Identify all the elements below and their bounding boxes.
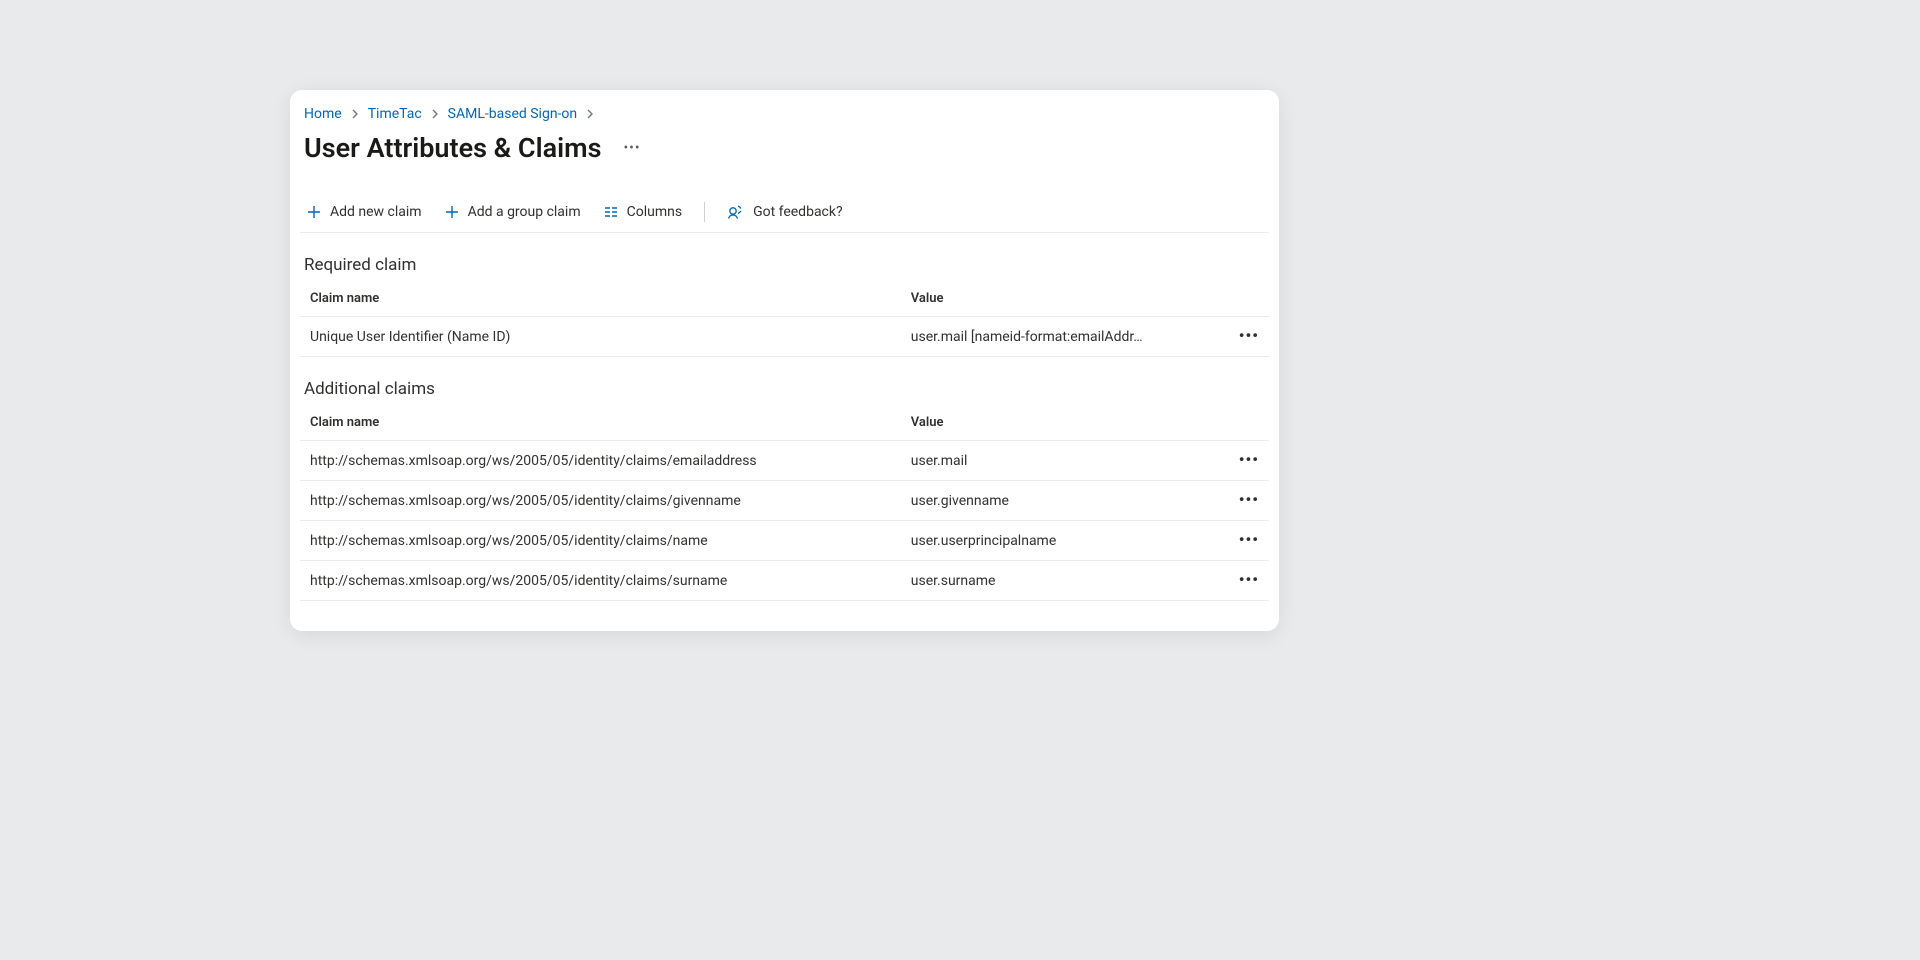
feedback-button[interactable]: Got feedback? [725,202,845,222]
add-new-claim-button[interactable]: Add new claim [304,202,424,222]
row-actions-button[interactable]: ••• [1221,521,1269,561]
row-actions-button[interactable]: ••• [1221,317,1269,357]
claim-name-cell: http://schemas.xmlsoap.org/ws/2005/05/id… [300,441,901,481]
breadcrumb-link-timetac[interactable]: TimeTac [368,106,422,122]
plus-icon [306,204,322,220]
claim-name-cell: http://schemas.xmlsoap.org/ws/2005/05/id… [300,521,901,561]
additional-claims-title: Additional claims [300,357,1269,405]
columns-button[interactable]: Columns [601,202,684,222]
add-group-claim-button[interactable]: Add a group claim [442,202,583,222]
claim-value-cell: user.mail [901,441,1221,481]
column-header-name[interactable]: Claim name [300,405,901,441]
table-row[interactable]: http://schemas.xmlsoap.org/ws/2005/05/id… [300,481,1269,521]
more-icon: ••• [1239,450,1259,469]
table-header-row: Claim name Value [300,405,1269,441]
claim-value-cell: user.givenname [901,481,1221,521]
required-claim-title: Required claim [300,233,1269,281]
column-header-value[interactable]: Value [901,281,1221,317]
claim-value-cell: user.surname [901,561,1221,601]
more-icon: ••• [1239,490,1259,509]
breadcrumb-link-home[interactable]: Home [304,106,342,122]
row-actions-button[interactable]: ••• [1221,561,1269,601]
table-header-row: Claim name Value [300,281,1269,317]
more-icon: ••• [1239,326,1259,345]
chevron-right-icon [430,109,440,119]
plus-icon [444,204,460,220]
claim-name-cell: http://schemas.xmlsoap.org/ws/2005/05/id… [300,481,901,521]
additional-claims-table: Claim name Value http://schemas.xmlsoap.… [300,405,1269,601]
row-actions-button[interactable]: ••• [1221,481,1269,521]
column-header-value[interactable]: Value [901,405,1221,441]
feedback-icon [727,204,745,220]
table-row[interactable]: http://schemas.xmlsoap.org/ws/2005/05/id… [300,521,1269,561]
claim-name-cell: Unique User Identifier (Name ID) [300,317,901,357]
column-header-name[interactable]: Claim name [300,281,901,317]
table-row[interactable]: Unique User Identifier (Name ID) user.ma… [300,317,1269,357]
toolbar: Add new claim Add a group claim Columns [300,194,1269,233]
claim-name-cell: http://schemas.xmlsoap.org/ws/2005/05/id… [300,561,901,601]
toolbar-label: Got feedback? [753,204,843,220]
columns-icon [603,204,619,220]
more-icon: ••• [1239,530,1259,549]
row-actions-button[interactable]: ••• [1221,441,1269,481]
claim-value-cell: user.mail [nameid-format:emailAddr… [901,317,1221,357]
required-claim-table: Claim name Value Unique User Identifier … [300,281,1269,357]
claims-panel: Home TimeTac SAML-based Sign-on User Att… [290,90,1279,631]
toolbar-label: Add new claim [330,204,422,220]
table-row[interactable]: http://schemas.xmlsoap.org/ws/2005/05/id… [300,561,1269,601]
claim-value-cell: user.userprincipalname [901,521,1221,561]
chevron-right-icon [350,109,360,119]
chevron-right-icon [585,109,595,119]
table-row[interactable]: http://schemas.xmlsoap.org/ws/2005/05/id… [300,441,1269,481]
breadcrumb-link-saml[interactable]: SAML-based Sign-on [448,106,577,122]
toolbar-label: Add a group claim [468,204,581,220]
toolbar-divider [704,202,705,222]
more-icon: ••• [1239,570,1259,589]
breadcrumb: Home TimeTac SAML-based Sign-on [300,106,1269,132]
page-title: User Attributes & Claims [304,132,601,164]
more-actions-button[interactable]: ••• [623,140,640,156]
toolbar-label: Columns [627,204,682,220]
